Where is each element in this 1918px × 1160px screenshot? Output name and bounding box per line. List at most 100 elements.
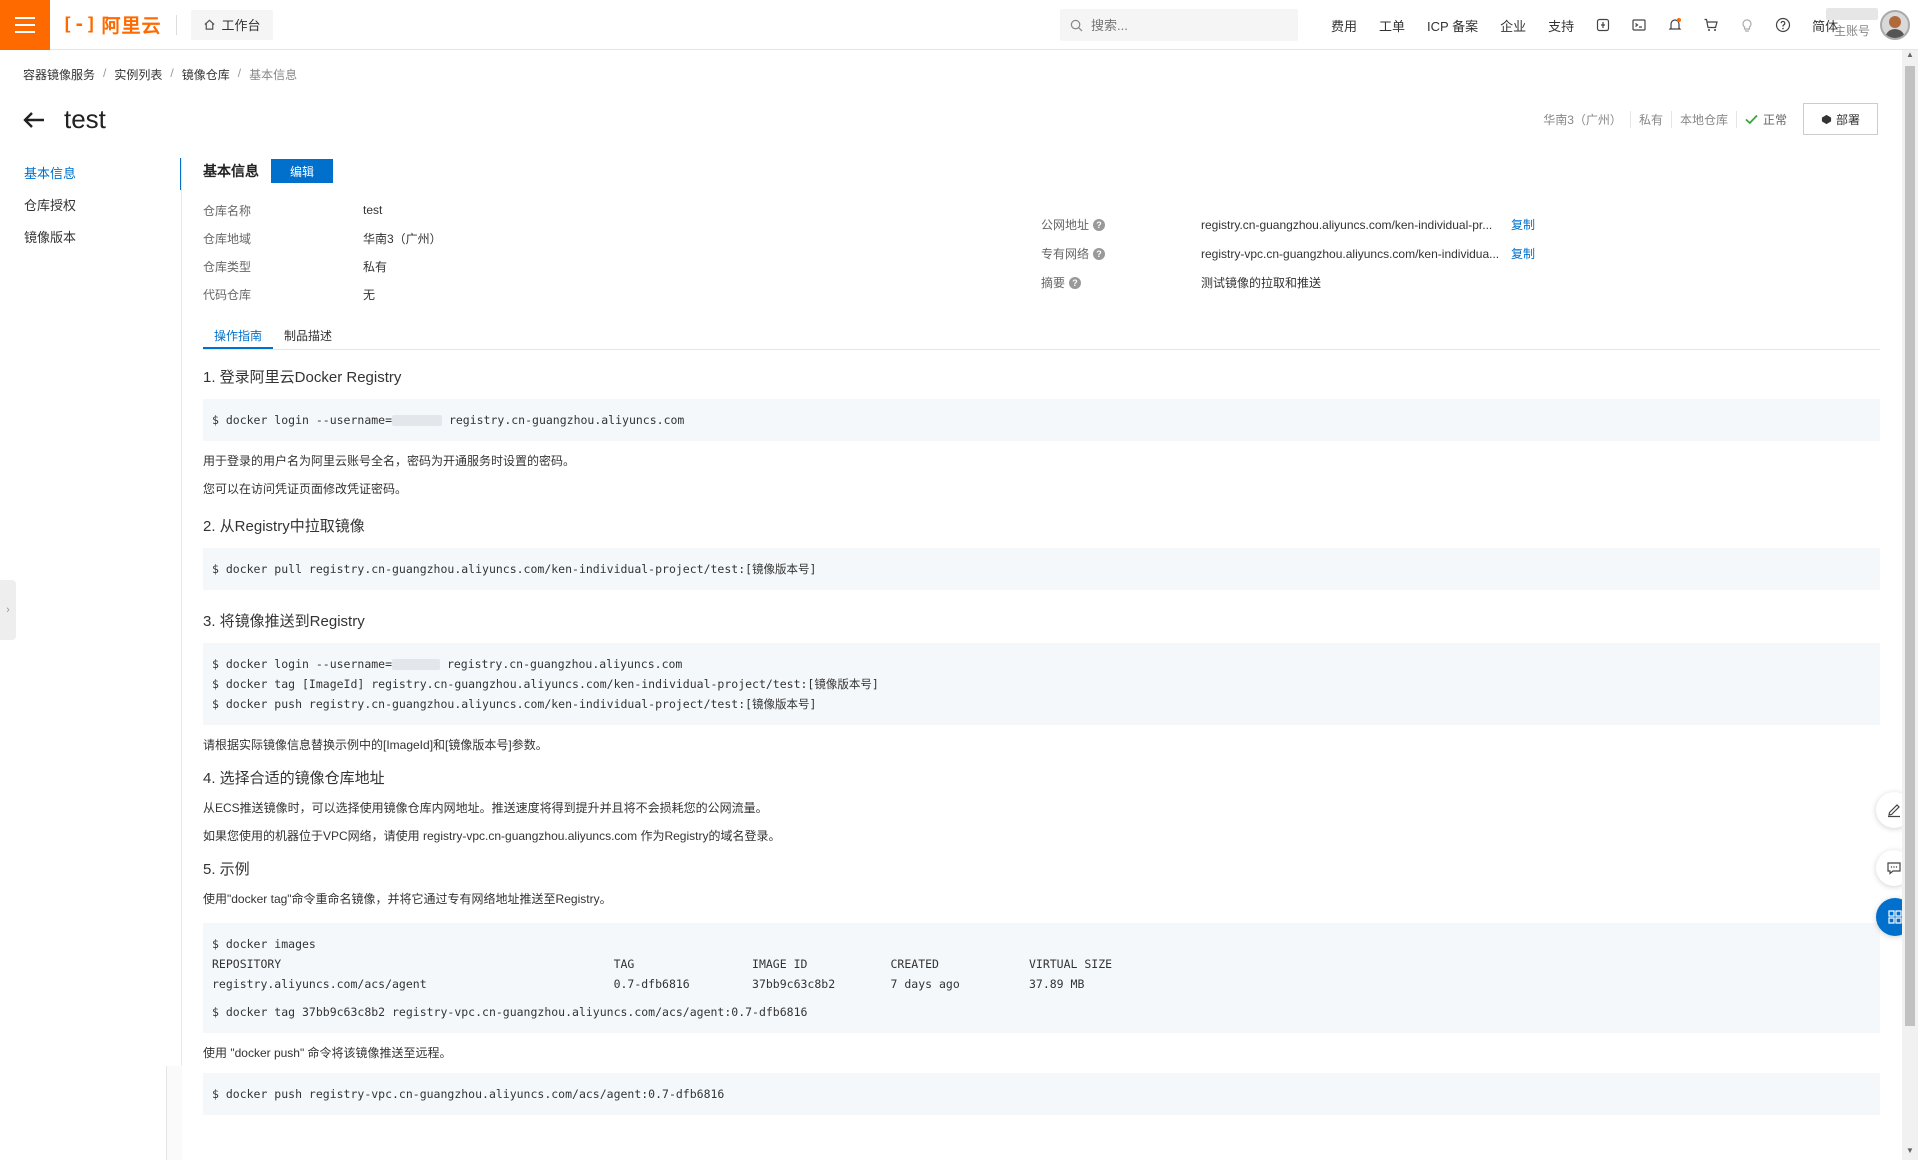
deploy-button[interactable]: 部署: [1802, 103, 1878, 135]
home-icon: [203, 19, 215, 30]
search-icon: [1070, 19, 1083, 31]
account-name-redacted: [1826, 8, 1878, 20]
code-block-example[interactable]: $ docker images REPOSITORY TAG IMAGE ID C…: [203, 923, 1880, 1033]
info-row-repo-name: 仓库名称 test: [203, 196, 803, 224]
global-search[interactable]: [1060, 9, 1298, 41]
vpc-address-value: registry-vpc.cn-guangzhou.aliyuncs.com/k…: [1201, 246, 1500, 261]
cart-icon-svg: [1704, 18, 1718, 31]
tab-operation-guide[interactable]: 操作指南: [203, 324, 274, 349]
guide-text: 使用 "docker push" 命令将该镜像推送至远程。: [203, 1046, 452, 1060]
avatar[interactable]: [1880, 10, 1910, 40]
nav-link-icp[interactable]: ICP 备案: [1416, 16, 1489, 35]
guide-text: 您可以在访问凭证页面修改凭证密码。: [203, 482, 408, 496]
repo-source: 本地仓库: [1672, 110, 1737, 128]
workbench-button[interactable]: 工作台: [190, 9, 273, 40]
guide-step-3-title: 3. 将镜像推送到Registry: [203, 613, 365, 630]
divider: [175, 14, 177, 35]
guide-step-2-title: 2. 从Registry中拉取镜像: [203, 518, 365, 535]
repo-region: 华南3（广州）: [1535, 110, 1631, 128]
side-nav-repo-auth[interactable]: 仓库授权: [0, 190, 182, 222]
breadcrumb-item-repos[interactable]: 镜像仓库: [182, 66, 230, 83]
chat-bubble-icon: [1887, 862, 1901, 875]
breadcrumb-separator: /: [170, 66, 174, 80]
account-type-label: 主账号: [1833, 24, 1870, 38]
top-nav-links: 费用 工单 ICP 备案 企业 支持 简体: [1320, 0, 1849, 50]
tab-artifact-description[interactable]: 制品描述: [273, 324, 343, 349]
edit-button[interactable]: 编辑: [271, 159, 334, 183]
aliyun-logo[interactable]: [-] 阿里云: [62, 11, 162, 38]
help-tooltip-icon[interactable]: ?: [1093, 247, 1106, 260]
page-scrollbar[interactable]: ▲ ▼: [1902, 50, 1918, 1160]
summary-value: 测试镜像的拉取和推送: [1201, 276, 1322, 290]
side-nav-basic-info[interactable]: 基本信息: [0, 158, 182, 190]
info-key-text: 摘要: [1041, 276, 1066, 290]
hamburger-menu-button[interactable]: [0, 0, 50, 50]
account-menu[interactable]: 主账号: [1822, 6, 1882, 44]
copy-vpc-address-link[interactable]: 复制: [1511, 245, 1535, 262]
code-text: $ docker login --username=: [212, 413, 393, 427]
guide-step-1-title: 1. 登录阿里云Docker Registry: [203, 369, 402, 386]
info-value: 无: [363, 287, 376, 302]
scrollbar-thumb[interactable]: [1905, 66, 1915, 1026]
page-header: test: [22, 104, 106, 135]
code-text: registry.cn-guangzhou.aliyuncs.com: [440, 657, 683, 671]
lightbulb-icon[interactable]: [1729, 0, 1765, 50]
nav-link-billing[interactable]: 费用: [1320, 16, 1368, 35]
collapse-handle[interactable]: ›: [0, 580, 16, 640]
nav-link-enterprise[interactable]: 企业: [1489, 16, 1537, 35]
search-input[interactable]: [1091, 17, 1281, 33]
page-title: test: [64, 104, 106, 134]
side-nav-image-versions[interactable]: 镜像版本: [0, 222, 182, 254]
scroll-down-arrow-icon[interactable]: ▼: [1902, 1146, 1918, 1160]
side-nav-scrollbar[interactable]: [166, 1066, 182, 1160]
info-key: 公网地址?: [1041, 216, 1201, 233]
info-key: 仓库地域: [203, 231, 252, 246]
info-row-public-address: 公网地址? registry.cn-guangzhou.aliyuncs.com…: [1041, 210, 1880, 239]
info-row-vpc-address: 专有网络? registry-vpc.cn-guangzhou.aliyuncs…: [1041, 239, 1880, 268]
terminal-icon[interactable]: [1621, 0, 1657, 50]
info-key-text: 公网地址: [1041, 218, 1090, 232]
info-row-region: 仓库地域 华南3（广州）: [203, 224, 803, 252]
chevron-right-icon: ›: [6, 604, 10, 616]
help-icon[interactable]: [1765, 0, 1801, 50]
breadcrumb-item-instances[interactable]: 实例列表: [114, 66, 162, 83]
code-line: $ docker tag [ImageId] registry.cn-guang…: [212, 677, 879, 691]
guide-text: 用于登录的用户名为阿里云账号全名，密码为开通服务时设置的密码。: [203, 454, 576, 468]
guide-text: 使用"docker tag"命令重命名镜像，并将它通过专有网络地址推送至Regi…: [203, 892, 612, 906]
redacted-username: [392, 659, 441, 670]
info-key-text: 专有网络: [1041, 247, 1090, 261]
code-block-push[interactable]: $ docker login --username= registry.cn-g…: [203, 643, 1880, 725]
public-address-value: registry.cn-guangzhou.aliyuncs.com/ken-i…: [1201, 217, 1493, 232]
help-tooltip-icon[interactable]: ?: [1093, 218, 1106, 231]
info-row-type: 仓库类型 私有: [203, 252, 803, 280]
back-arrow-icon[interactable]: [22, 110, 46, 130]
deploy-label: 部署: [1835, 112, 1860, 127]
code-line: $ docker push registry.cn-guangzhou.aliy…: [212, 697, 817, 711]
code-line: registry.aliyuncs.com/acs/agent 0.7-dfb6…: [212, 977, 1085, 991]
code-block-login[interactable]: $ docker login --username= registry.cn-g…: [203, 399, 1880, 441]
info-value: 华南3（广州）: [363, 231, 442, 246]
copy-public-address-link[interactable]: 复制: [1511, 216, 1535, 233]
bell-icon: [1668, 18, 1682, 30]
code-block-push-example[interactable]: $ docker push registry-vpc.cn-guangzhou.…: [203, 1073, 1880, 1115]
nav-link-tickets[interactable]: 工单: [1368, 16, 1416, 35]
redacted-username: [392, 415, 443, 426]
nav-link-support[interactable]: 支持: [1537, 16, 1585, 35]
info-value: 私有: [363, 259, 388, 274]
terminal-icon-svg: [1632, 19, 1646, 31]
notification-bell-icon[interactable]: [1657, 0, 1693, 50]
info-key: 代码仓库: [203, 287, 252, 302]
breadcrumb-item-service[interactable]: 容器镜像服务: [23, 66, 95, 83]
bulb-icon: [1742, 19, 1752, 32]
help-tooltip-icon[interactable]: ?: [1069, 276, 1082, 289]
breadcrumb-separator: /: [103, 66, 107, 80]
cart-icon[interactable]: [1693, 0, 1729, 50]
app-icon[interactable]: [1585, 0, 1621, 50]
code-text: registry.cn-guangzhou.aliyuncs.com: [442, 413, 685, 427]
scroll-up-arrow-icon[interactable]: ▲: [1902, 50, 1918, 64]
logo-text: 阿里云: [101, 16, 162, 37]
code-line: REPOSITORY TAG IMAGE ID CREATED VIRTUAL …: [212, 957, 1113, 971]
code-block-pull[interactable]: $ docker pull registry.cn-guangzhou.aliy…: [203, 548, 1880, 590]
main-content: 基本信息 编辑 仓库名称 test 仓库地域 华南3（广州） 仓库类型 私有 代码仓库…: [203, 158, 1880, 1115]
breadcrumb-item-current: 基本信息: [249, 68, 298, 82]
